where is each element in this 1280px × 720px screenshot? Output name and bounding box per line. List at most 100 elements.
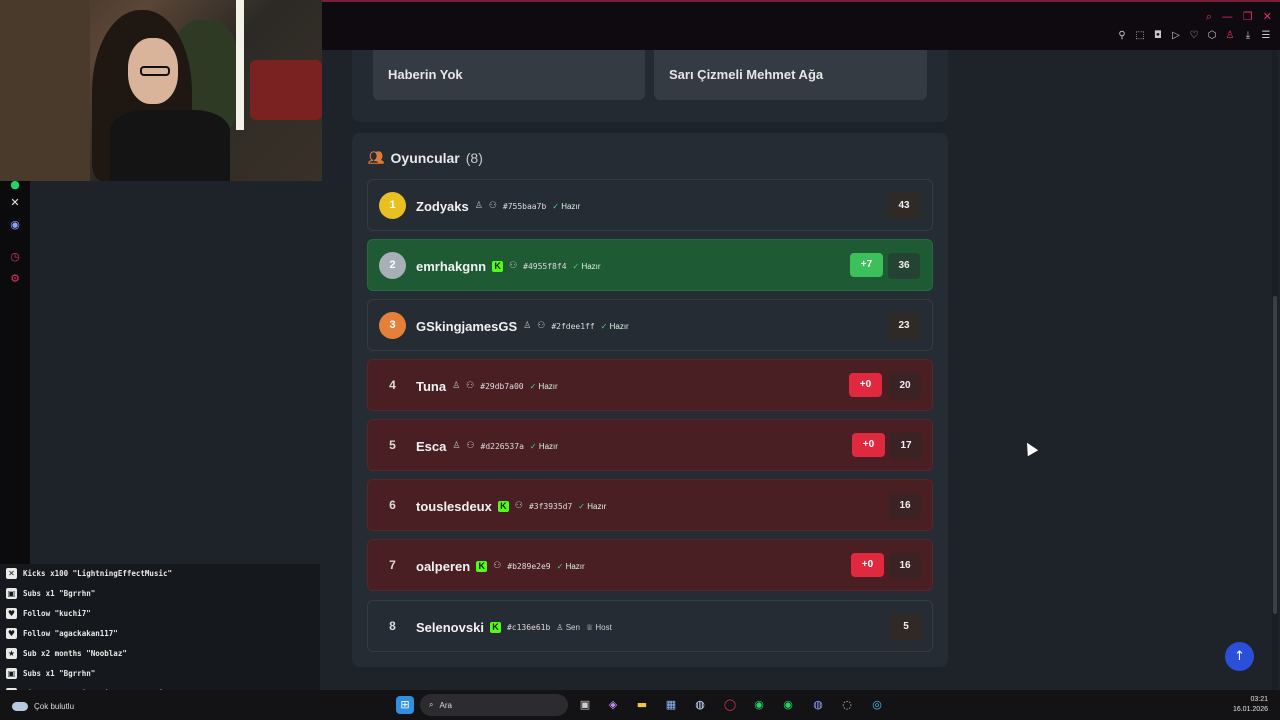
player-score: 16	[889, 493, 921, 519]
screenshot-icon[interactable]: ⬚	[1134, 30, 1146, 42]
edge-icon[interactable]: ◎	[868, 696, 886, 714]
kick-icon: K	[497, 500, 509, 512]
player-info: touslesdeux K ⚇ #3f3935d7 ✓ Hazır	[416, 480, 606, 532]
event-item: ✕ Kicks x100 "LightningEffectMusic"	[0, 564, 320, 584]
player-row[interactable]: 7 oalperen K ⚇ #b289e2e9 ✓ Hazır +0 16	[367, 539, 933, 591]
restore-icon[interactable]: ❐	[1243, 10, 1253, 24]
extensions-icon[interactable]: ⬡	[1206, 30, 1218, 42]
player-rank: 2	[379, 252, 406, 279]
star-icon: ★	[6, 648, 17, 660]
whatsapp-icon[interactable]: ◉	[750, 696, 768, 714]
player-rank: 6	[389, 498, 396, 512]
player-rank: 8	[389, 619, 396, 633]
check-icon: ✓	[600, 321, 610, 331]
follow-user-icon[interactable]: ⚇	[493, 561, 501, 571]
player-row[interactable]: 5 Esca ♙ ⚇ #d226537a ✓ Hazır +0 17	[367, 419, 933, 471]
player-name: Zodyaks	[416, 198, 469, 214]
taskbar-search[interactable]: ⌕ Ara	[420, 694, 568, 716]
player-row[interactable]: 8 Selenovski K #c136e61b ♙ Sen ♕ Host 5	[367, 600, 933, 652]
player-name: touslesdeux	[416, 498, 492, 514]
opera-icon[interactable]: ◯	[721, 696, 739, 714]
event-text: Sub x2 months "Nooblaz"	[23, 649, 127, 659]
start-button[interactable]: ⊞	[396, 696, 414, 714]
player-row[interactable]: 6 touslesdeux K ⚇ #3f3935d7 ✓ Hazır 16	[367, 479, 933, 531]
follow-user-icon[interactable]: ⚇	[509, 261, 517, 271]
pin-icon[interactable]: ⚲	[1116, 30, 1128, 42]
copilot-icon[interactable]: ◈	[604, 696, 622, 714]
answer-card[interactable]: Haberin Yok	[373, 50, 645, 100]
follow-user-icon[interactable]: ⚇	[489, 201, 497, 211]
player-rank: 3	[379, 312, 406, 339]
player-info: Tuna ♙ ⚇ #29db7a00 ✓ Hazır	[416, 360, 558, 412]
player-name: Esca	[416, 438, 447, 454]
play-icon[interactable]: ▷	[1170, 30, 1182, 42]
player-score: 20	[889, 373, 921, 399]
answer-card[interactable]: Sarı Çizmeli Mehmet Ağa	[654, 50, 927, 100]
heart-icon[interactable]: ♡	[1188, 30, 1200, 42]
score-delta: +0	[852, 433, 885, 457]
event-text: Subs x1 "Bgrrhn"	[23, 669, 96, 679]
player-info: Zodyaks ♙ ⚇ #755baa7b ✓ Hazır	[416, 180, 580, 232]
player-hash: #b289e2e9	[507, 561, 551, 571]
user-icon: ♙	[452, 441, 461, 451]
event-feed: ✕ Kicks x100 "LightningEffectMusic" ▣ Subs …	[0, 564, 320, 704]
players-title: 👥︎ Oyuncular (8)	[368, 150, 483, 166]
users-icon: 👥︎	[368, 150, 385, 166]
player-row[interactable]: 4 Tuna ♙ ⚇ #29db7a00 ✓ Hazır +0 20	[367, 359, 933, 411]
ready-text: Hazır	[581, 261, 601, 271]
scrollbar-thumb[interactable]	[1273, 296, 1277, 614]
player-row[interactable]: 2 emrhakgnn K ⚇ #4955f8f4 ✓ Hazır +7 36	[367, 239, 933, 291]
follow-user-icon[interactable]: ⚇	[515, 501, 523, 511]
player-hash: #4955f8f4	[523, 261, 567, 271]
spotify-icon[interactable]: ◉	[779, 696, 797, 714]
history-icon[interactable]: ◷	[8, 250, 22, 264]
minimize-icon[interactable]: —	[1222, 10, 1233, 24]
clock-time: 03:21	[1250, 696, 1268, 703]
profile-icon[interactable]: ♙	[1224, 30, 1236, 42]
pocket-icon[interactable]: ◘	[1152, 30, 1164, 42]
player-score: 36	[888, 253, 920, 279]
window-controls: ⌕ — ❐ ✕	[1206, 10, 1272, 24]
you-tag: ♙ Sen	[556, 623, 580, 632]
event-text: Follow "agackakan117"	[23, 629, 118, 639]
steam-icon[interactable]: ◍	[691, 696, 709, 714]
discord-icon[interactable]: ◍	[809, 696, 827, 714]
search-icon[interactable]: ⌕	[1206, 10, 1212, 24]
close-icon[interactable]: ✕	[1263, 10, 1272, 24]
check-icon: ✓	[529, 381, 539, 391]
download-icon[interactable]: ⤓	[1242, 30, 1254, 42]
task-view-icon[interactable]: ▣	[576, 696, 594, 714]
file-explorer-icon[interactable]: ▬	[633, 696, 651, 714]
player-name: oalperen	[416, 558, 471, 574]
kick-icon: K	[476, 560, 488, 572]
app-icon[interactable]: ◌	[838, 696, 856, 714]
kick-icon: ✕	[6, 568, 17, 580]
follow-user-icon[interactable]: ⚇	[537, 321, 545, 331]
you-text: Sen	[565, 622, 580, 632]
system-clock[interactable]: 03:21 16.01.2026	[1233, 695, 1268, 715]
host-tag: ♕ Host	[586, 623, 612, 632]
follow-user-icon[interactable]: ⚇	[466, 381, 474, 391]
gift-icon: ▣	[6, 588, 17, 600]
scroll-top-button[interactable]: ↑	[1225, 642, 1254, 671]
player-info: oalperen K ⚇ #b289e2e9 ✓ Hazır	[416, 540, 585, 592]
store-icon[interactable]: ▦	[662, 696, 680, 714]
player-row[interactable]: 3 GSkingjamesGS ♙ ⚇ #2fdee1ff ✓ Hazır 23	[367, 299, 933, 351]
player-rank: 5	[389, 438, 396, 452]
player-name: Tuna	[416, 378, 447, 394]
follow-user-icon[interactable]: ⚇	[466, 441, 474, 451]
user-icon: ♙	[556, 622, 566, 632]
player-row[interactable]: 1 Zodyaks ♙ ⚇ #755baa7b ✓ Hazır 43	[367, 179, 933, 231]
settings-icon[interactable]: ⚙	[8, 272, 22, 286]
weather-widget[interactable]: Çok bulutlu	[12, 702, 74, 711]
x-icon[interactable]: ✕	[8, 196, 22, 210]
menu-icon[interactable]: ☰	[1260, 30, 1272, 42]
player-hash: #2fdee1ff	[551, 321, 595, 331]
discord-icon[interactable]: ◉	[8, 218, 22, 232]
ready-status: ✓ Hazır	[573, 262, 601, 271]
event-text: Kicks x100 "LightningEffectMusic"	[23, 569, 173, 579]
check-icon: ✓	[529, 441, 539, 451]
player-name: GSkingjamesGS	[416, 318, 518, 334]
ready-text: Hazır	[561, 201, 581, 211]
user-icon: ♙	[474, 201, 483, 211]
